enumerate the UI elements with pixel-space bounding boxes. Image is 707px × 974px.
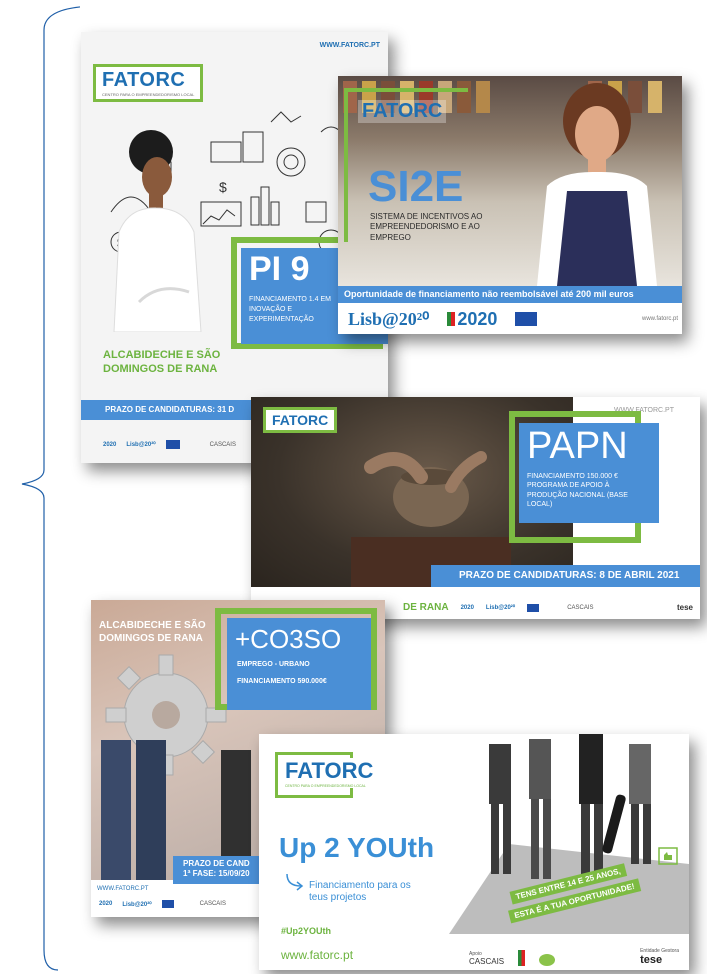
si2e-banner: Oportunidade de financiamento não reembo… (338, 286, 682, 303)
up2youth-url: www.fatorc.pt (281, 948, 354, 962)
pt2020-logo: 2020 (99, 901, 113, 907)
si2e-footer: Lisb@20²⁰ 2020 www.fatorc.pt (348, 308, 678, 330)
apoio-block: Apoio CASCAIS (469, 951, 504, 966)
cascais-logo: CASCAIS (567, 604, 594, 611)
pt2020-logo: 2020 (103, 441, 117, 448)
pt2020-logo: 2020 (447, 309, 497, 330)
cascais-logo: CASCAIS (199, 901, 226, 907)
si2e-title: SI2E (368, 162, 464, 211)
up2youth-logo-sub: CENTRO PARA O EMPREENDEDORISMO LOCAL (285, 784, 366, 788)
up2youth-hashtag: #Up2YOUth (281, 926, 332, 936)
svg-text:$: $ (219, 179, 227, 195)
portugal-flag-icon (447, 312, 456, 326)
eu-flag-icon (527, 603, 540, 612)
up2youth-footer: Apoio CASCAIS Entidade Gestora tese (469, 940, 679, 966)
arrow-icon (286, 873, 304, 891)
lisboa2020-logo: Lisb@20²⁰ (126, 442, 156, 448)
si2e-subtitle: SISTEMA DE INCENTIVOS AO EMPREENDEDORISM… (370, 212, 483, 242)
lisboa2020-logo: Lisb@20²⁰ (348, 308, 430, 329)
si2e-url: www.fatorc.pt (641, 316, 678, 322)
tese-logo: tese (640, 954, 663, 966)
papn-footer-region: DE RANA (403, 602, 449, 613)
pi9-desc: FINANCIAMENTO 1.4 EM INOVAÇÃO E EXPERIME… (249, 296, 331, 323)
gestora-block: Entidade Gestora tese (640, 948, 679, 966)
eu-flag-icon (161, 900, 174, 908)
pi9-url: WWW.FATORC.PT (319, 42, 380, 49)
cascais-logo: CASCAIS (469, 957, 505, 966)
up2youth-logo: FATORC CENTRO PARA O EMPREENDEDORISMO LO… (285, 758, 374, 788)
businesswoman-photo (113, 130, 202, 332)
up2youth-sub: Financiamento para os teus projetos (309, 880, 411, 903)
lisboa2020-logo: Lisb@20²⁰ (122, 901, 152, 908)
papn-logo-box: FATORC (263, 407, 338, 433)
papn-title-box: PAPN FINANCIAMENTO 150.000 € PROGRAMA DE… (519, 423, 659, 523)
up2youth-poster[interactable]: FATORC CENTRO PARA O EMPREENDEDORISMO LO… (259, 734, 689, 970)
si2e-logo: FATORC (358, 100, 447, 123)
papn-footer: DE RANA 2020 Lisb@20²⁰ CASCAIS tese (403, 602, 693, 613)
coeso-line1: EMPREGO - URBANO (237, 661, 310, 668)
pt2020-logo: 2020 (460, 604, 474, 611)
up2youth-title: Up 2 YOUth (279, 832, 435, 863)
pi9-logo: FATORC CENTRO PARA O EMPREENDEDORISMO LO… (93, 64, 204, 102)
thumbs-up-icon (658, 847, 678, 865)
eu-flag-icon (165, 440, 180, 449)
papn-desc: FINANCIAMENTO 150.000 € PROGRAMA DE APOI… (527, 473, 628, 509)
left-bracket (21, 6, 80, 971)
cascais-logo: CASCAIS (209, 441, 236, 448)
shopkeeper-woman-photo (537, 83, 657, 286)
coeso-footer: 2020 Lisb@20²⁰ CASCAIS (99, 900, 226, 908)
ipdj-logo (539, 954, 556, 966)
eu-flag-icon (515, 312, 538, 326)
up2youth-logo-text: FATORC (285, 758, 374, 783)
coeso-region: ALCABIDECHE E SÃO DOMINGOS DE RANA (99, 620, 206, 644)
coeso-url: WWW.FATORC.PT (97, 886, 149, 892)
coeso-line2: FINANCIAMENTO 590.000€ (237, 678, 327, 685)
lisboa2020-logo: Lisb@20²⁰ (485, 605, 516, 611)
papn-poster[interactable]: FATORC WWW.FATORC.PT PAPN FINANCIAMENTO … (251, 397, 700, 619)
papn-deadline: PRAZO DE CANDIDATURAS: 8 DE ABRIL 2021 (431, 565, 700, 587)
coeso-title: +CO3SO (235, 624, 342, 654)
si2e-poster[interactable]: FATORC SI2E SISTEMA DE INCENTIVOS AO EMP… (338, 76, 682, 334)
coeso-title-box: +CO3SO EMPREGO - URBANO FINANCIAMENTO 59… (227, 618, 371, 710)
pi9-region: ALCABIDECHE E SÃO DOMINGOS DE RANA (103, 349, 221, 376)
portugal-flag-icon (518, 950, 526, 966)
papn-title: PAPN (527, 425, 628, 467)
papn-logo: FATORC (272, 412, 329, 428)
tese-logo: tese (676, 603, 693, 612)
